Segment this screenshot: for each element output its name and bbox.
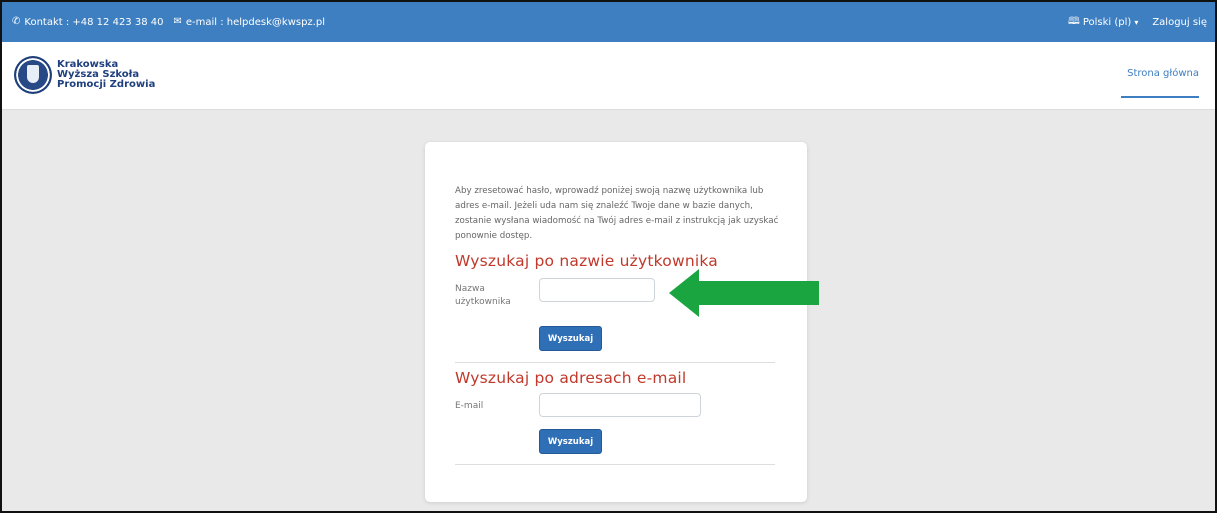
language-icon: 🕮 xyxy=(1068,16,1080,27)
green-arrow-annotation xyxy=(669,269,819,317)
nav-active-underline xyxy=(1121,96,1199,98)
top-contact-bar: ✆ Kontakt : +48 12 423 38 40 ✉ e-mail : … xyxy=(2,2,1215,42)
phone-icon: ✆ xyxy=(12,16,21,27)
chevron-down-icon: ▾ xyxy=(1134,17,1139,27)
username-input[interactable] xyxy=(539,278,655,302)
search-email-button[interactable]: Wyszukaj xyxy=(539,429,602,454)
username-label: Nazwa użytkownika xyxy=(455,284,511,307)
browser-frame: ✆ Kontakt : +48 12 423 38 40 ✉ e-mail : … xyxy=(0,0,1217,513)
email-section-title: Wyszukaj po adresach e-mail xyxy=(455,369,687,387)
envelope-icon: ✉ xyxy=(173,16,182,27)
contact-phone-text: Kontakt : +48 12 423 38 40 xyxy=(24,16,164,28)
contact-email-text[interactable]: e-mail : helpdesk@kwspz.pl xyxy=(186,17,325,28)
email-label: E-mail xyxy=(455,401,484,411)
language-selector[interactable]: 🕮 Polski (pl) ▾ xyxy=(1068,17,1138,28)
section-divider xyxy=(455,362,775,363)
language-label: Polski (pl) xyxy=(1082,16,1132,28)
email-input[interactable] xyxy=(539,393,701,417)
main-navbar: Krakowska Wyższa Szkoła Promocji Zdrowia… xyxy=(2,42,1215,110)
search-username-button[interactable]: Wyszukaj xyxy=(539,326,602,351)
bottom-divider xyxy=(455,464,775,465)
logo-line-3: Promocji Zdrowia xyxy=(57,79,156,90)
username-section-title: Wyszukaj po nazwie użytkownika xyxy=(455,252,718,270)
university-logo[interactable]: Krakowska Wyższa Szkoła Promocji Zdrowia xyxy=(14,56,155,94)
top-right-menu: 🕮 Polski (pl) ▾ Zaloguj się xyxy=(1068,17,1207,28)
password-reset-card: Aby zresetować hasło, wprowadź poniżej s… xyxy=(425,142,807,502)
login-link[interactable]: Zaloguj się xyxy=(1152,17,1207,28)
crest-icon xyxy=(14,56,52,94)
logo-text: Krakowska Wyższa Szkoła Promocji Zdrowia xyxy=(57,60,155,90)
contact-info: ✆ Kontakt : +48 12 423 38 40 ✉ e-mail : … xyxy=(12,17,325,28)
reset-instructions: Aby zresetować hasło, wprowadź poniżej s… xyxy=(455,186,779,241)
nav-home-link[interactable]: Strona główna xyxy=(1127,68,1199,79)
